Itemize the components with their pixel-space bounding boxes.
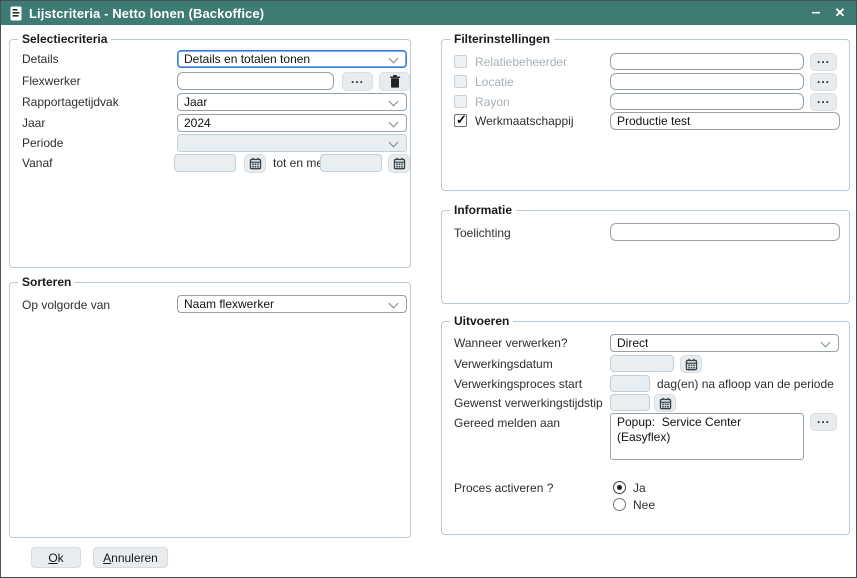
- vanaf-from-calendar-button[interactable]: [244, 154, 266, 173]
- details-select[interactable]: Details en totalen tonen: [177, 50, 407, 68]
- periode-label: Periode: [22, 134, 63, 152]
- gereed-melden-aan-browse-button[interactable]: ...: [810, 413, 837, 431]
- relatiebeheerder-checkbox: [454, 55, 467, 68]
- annuleren-button-label: Annuleren: [103, 551, 158, 565]
- verwerkingsdatum-input: [610, 355, 674, 372]
- verwerkingsproces-start-input: [610, 375, 650, 392]
- proces-activeren-nee-label[interactable]: Nee: [633, 496, 655, 514]
- op-volgorde-van-value: Naam flexwerker: [184, 297, 274, 311]
- locatie-browse-button[interactable]: ...: [810, 73, 837, 91]
- gereed-melden-aan-box[interactable]: Popup: Service Center (Easyflex): [610, 413, 804, 460]
- calendar-icon: [393, 157, 406, 170]
- ellipsis-icon: ...: [817, 72, 830, 86]
- proces-activeren-nee-radio[interactable]: [613, 498, 626, 511]
- relatiebeheerder-input: [610, 53, 804, 70]
- verwerkingsdatum-label: Verwerkingsdatum: [454, 355, 553, 373]
- details-label: Details: [22, 50, 59, 68]
- close-icon[interactable]: ✕: [828, 1, 852, 25]
- informatie-legend: Informatie: [450, 202, 516, 219]
- toelichting-label: Toelichting: [454, 224, 511, 242]
- sorteren-group: Sorteren Op volgorde van Naam flexwerker: [9, 282, 411, 538]
- ellipsis-icon: ...: [817, 412, 830, 426]
- document-icon: [10, 6, 22, 21]
- jaar-value: 2024: [184, 116, 211, 130]
- vanaf-to-calendar-button[interactable]: [388, 154, 410, 173]
- rayon-checkbox: [454, 95, 467, 108]
- calendar-icon: [685, 358, 698, 371]
- rapportagetijdvak-label: Rapportagetijdvak: [22, 93, 119, 111]
- op-volgorde-van-label: Op volgorde van: [22, 296, 110, 314]
- tot-en-met-label: tot en met: [273, 154, 326, 172]
- locatie-input: [610, 73, 804, 90]
- vanaf-to-input: [320, 154, 382, 172]
- flexwerker-label: Flexwerker: [22, 72, 81, 90]
- op-volgorde-van-select[interactable]: Naam flexwerker: [177, 295, 407, 313]
- ok-button-label: Ok: [48, 551, 63, 565]
- ellipsis-icon: ...: [351, 72, 364, 86]
- rayon-browse-button[interactable]: ...: [810, 93, 837, 111]
- jaar-label: Jaar: [22, 114, 45, 132]
- rayon-input: [610, 93, 804, 110]
- dialog-window: Lijstcriteria - Netto lonen (Backoffice)…: [0, 0, 857, 578]
- gereed-melden-aan-label: Gereed melden aan: [454, 414, 560, 432]
- wanneer-verwerken-value: Direct: [617, 336, 648, 350]
- flexwerker-browse-button[interactable]: ...: [342, 72, 373, 91]
- flexwerker-clear-button[interactable]: [379, 72, 410, 91]
- rapportagetijdvak-value: Jaar: [184, 95, 207, 109]
- details-value: Details en totalen tonen: [184, 52, 310, 66]
- annuleren-button[interactable]: Annuleren: [93, 547, 168, 568]
- werkmaatschappij-input[interactable]: [610, 112, 840, 130]
- locatie-label: Locatie: [475, 73, 514, 91]
- wanneer-verwerken-label: Wanneer verwerken?: [454, 334, 568, 352]
- gewenst-verwerkingstijdstip-label: Gewenst verwerkingstijdstip: [454, 394, 603, 412]
- sorteren-legend: Sorteren: [18, 274, 75, 291]
- titlebar: Lijstcriteria - Netto lonen (Backoffice)…: [1, 1, 856, 25]
- gewenst-verwerkingstijdstip-input: [610, 394, 650, 411]
- informatie-group: Informatie Toelichting: [441, 210, 850, 304]
- locatie-checkbox: [454, 75, 467, 88]
- calendar-icon: [659, 397, 672, 410]
- ok-button[interactable]: Ok: [31, 547, 81, 568]
- calendar-icon: [249, 157, 262, 170]
- uitvoeren-group: Uitvoeren Wanneer verwerken? Direct Verw…: [441, 321, 850, 535]
- ellipsis-icon: ...: [817, 92, 830, 106]
- vanaf-from-input: [174, 154, 236, 172]
- filterinstellingen-group: Filterinstellingen Relatiebeheerder ... …: [441, 39, 850, 191]
- toelichting-input[interactable]: [610, 223, 840, 241]
- selectiecriteria-group: Selectiecriteria Details Details en tota…: [9, 39, 411, 268]
- minimize-icon[interactable]: –: [804, 1, 828, 25]
- verwerkingsproces-start-label: Verwerkingsproces start: [454, 375, 582, 393]
- selectiecriteria-legend: Selectiecriteria: [18, 31, 111, 48]
- relatiebeheerder-label: Relatiebeheerder: [475, 53, 567, 71]
- window-title: Lijstcriteria - Netto lonen (Backoffice): [29, 6, 264, 21]
- proces-activeren-label: Proces activeren ?: [454, 479, 553, 497]
- werkmaatschappij-checkbox[interactable]: [454, 114, 467, 127]
- trash-icon: [389, 75, 401, 88]
- rayon-label: Rayon: [475, 93, 510, 111]
- vanaf-label: Vanaf: [22, 154, 52, 172]
- periode-select: [177, 134, 407, 152]
- werkmaatschappij-label: Werkmaatschappij: [475, 112, 573, 130]
- wanneer-verwerken-select[interactable]: Direct: [610, 334, 839, 352]
- verwerkingsdatum-calendar-button[interactable]: [680, 355, 702, 373]
- rapportagetijdvak-select[interactable]: Jaar: [177, 93, 407, 111]
- flexwerker-input[interactable]: [177, 72, 334, 90]
- proces-activeren-ja-radio[interactable]: [613, 481, 626, 494]
- uitvoeren-legend: Uitvoeren: [450, 313, 513, 330]
- relatiebeheerder-browse-button[interactable]: ...: [810, 53, 837, 71]
- jaar-select[interactable]: 2024: [177, 114, 407, 132]
- proces-activeren-ja-label[interactable]: Ja: [633, 479, 646, 497]
- ellipsis-icon: ...: [817, 52, 830, 66]
- gewenst-verwerkingstijdstip-calendar-button[interactable]: [654, 394, 676, 412]
- verwerkingsproces-start-suffix: dag(en) na afloop van de periode: [657, 375, 834, 393]
- filterinstellingen-legend: Filterinstellingen: [450, 31, 554, 48]
